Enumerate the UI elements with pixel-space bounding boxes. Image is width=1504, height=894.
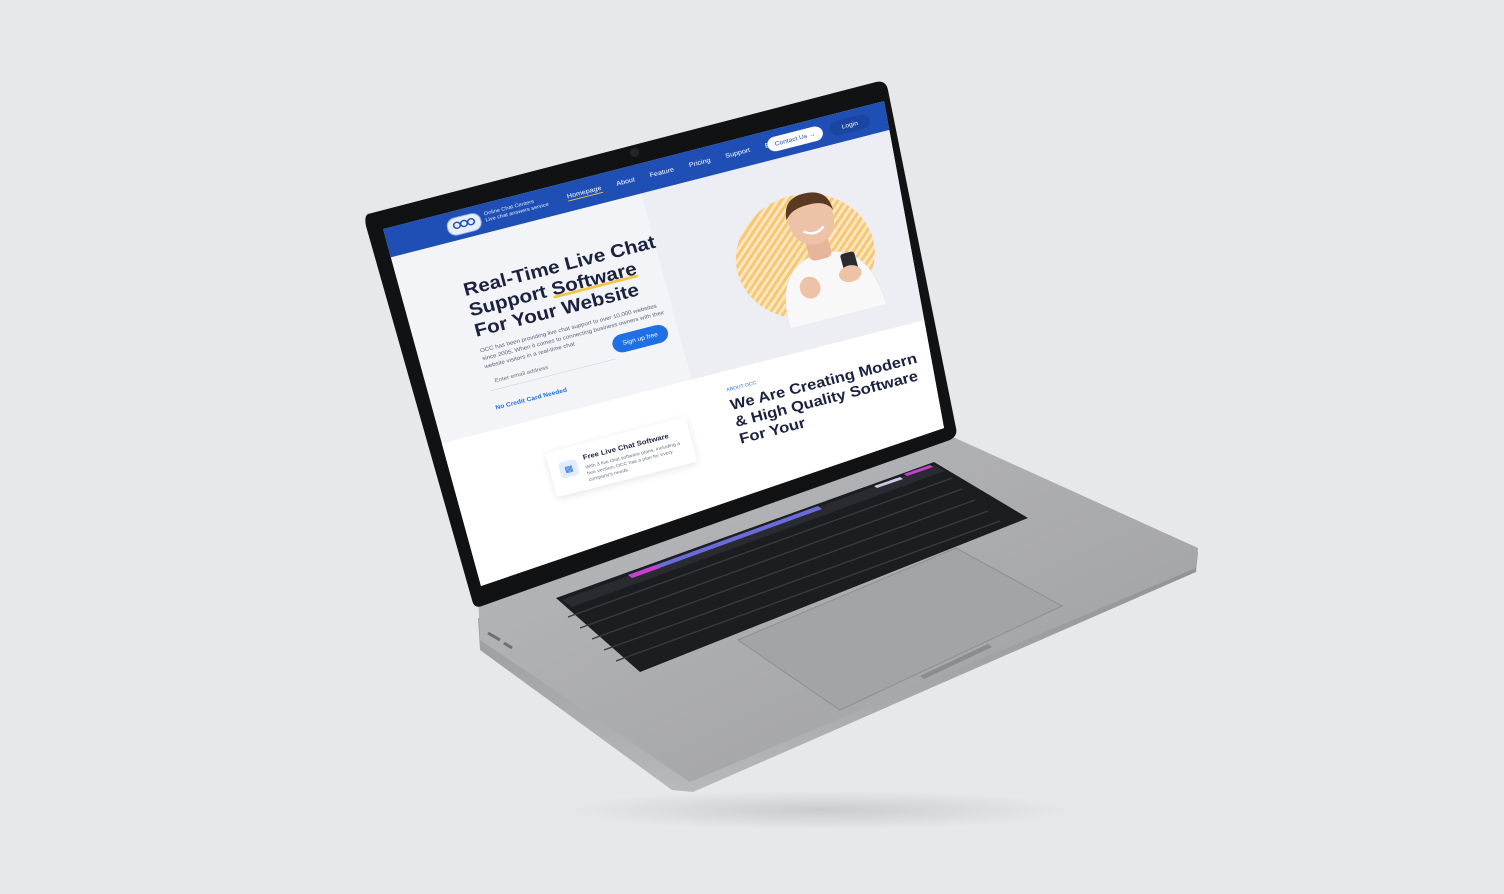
no-credit-card-note: No Credit Card Needed [494,386,568,411]
nav-item-pricing[interactable]: Pricing [688,156,712,170]
scene: Online Chat Centers Live chat answers se… [0,0,1504,894]
webcam-icon [630,148,639,157]
contact-us-button[interactable]: Contact Us → [765,124,825,154]
grid-icon: ▦ [557,458,580,480]
login-button[interactable]: Login [827,112,872,138]
nav-item-homepage[interactable]: Homepage [565,183,603,202]
logo-icon[interactable] [444,211,484,238]
nav-item-feature[interactable]: Feature [649,165,676,180]
nav-item-about[interactable]: About [615,175,636,189]
nav-item-support[interactable]: Support [724,146,751,161]
